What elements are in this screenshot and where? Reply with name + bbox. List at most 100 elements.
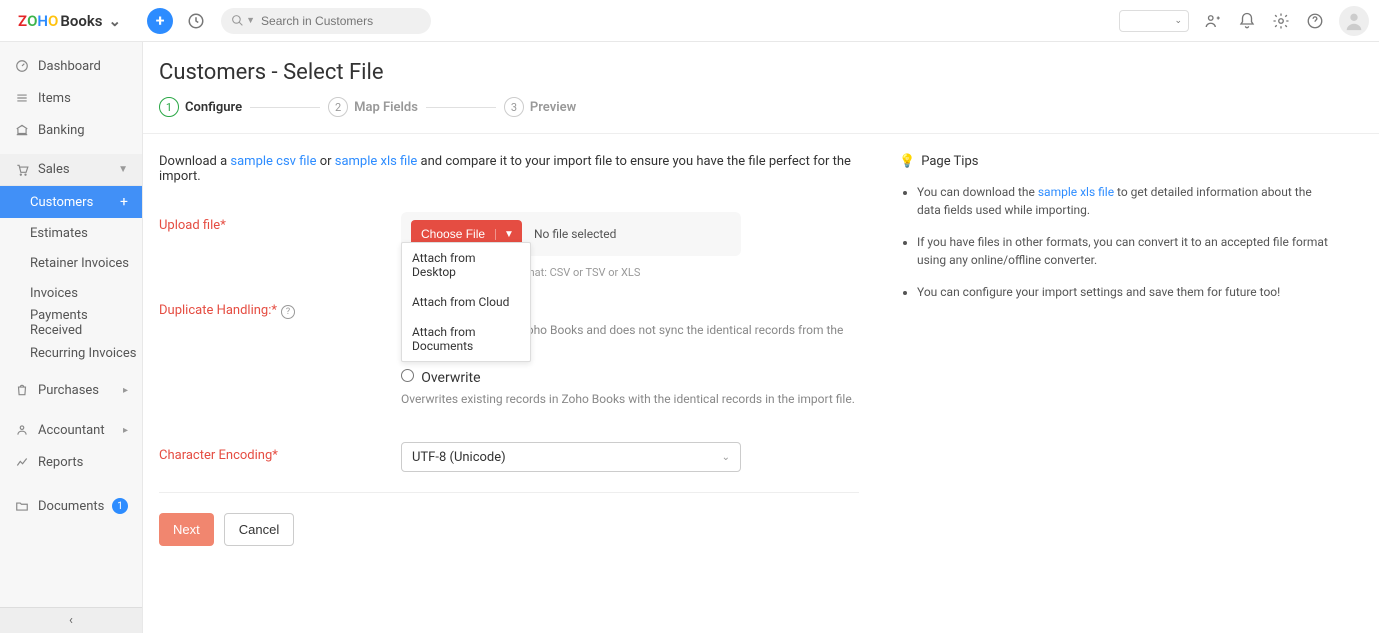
chevron-down-icon[interactable]: ▼ <box>495 229 522 240</box>
step-number: 1 <box>159 97 179 117</box>
search-container[interactable]: ▼ <box>221 8 431 34</box>
sidebar-item-label: Customers <box>30 195 93 210</box>
step-label: Map Fields <box>354 100 418 115</box>
no-file-text: No file selected <box>534 227 616 241</box>
sample-xls-tip-link[interactable]: sample xls file <box>1038 185 1114 199</box>
sidebar-item-label: Items <box>38 91 71 106</box>
dashboard-icon <box>14 59 30 73</box>
upload-file-label: Upload file* <box>159 212 401 233</box>
duplicate-handling-label: Duplicate Handling:*? <box>159 297 401 319</box>
sidebar-item-label: Recurring Invoices <box>30 346 136 361</box>
attach-cloud-option[interactable]: Attach from Cloud <box>402 287 530 317</box>
search-dropdown-icon[interactable]: ▼ <box>246 15 255 26</box>
step-preview: 3 Preview <box>504 97 576 117</box>
file-format-hint: File Format: CSV or TSV or XLS <box>489 266 859 279</box>
sidebar-item-label: Sales <box>38 162 70 177</box>
encoding-select[interactable]: UTF-8 (Unicode) ⌄ <box>401 442 741 472</box>
chevron-right-icon: ▸ <box>123 385 128 396</box>
sidebar-item-label: Purchases <box>38 383 99 398</box>
attach-documents-option[interactable]: Attach from Documents <box>402 317 530 361</box>
tip-item: You can configure your import settings a… <box>917 283 1329 301</box>
help-icon[interactable] <box>1305 11 1325 31</box>
sidebar-item-items[interactable]: Items <box>0 82 142 114</box>
sidebar-item-payments-received[interactable]: Payments Received <box>0 308 142 338</box>
page-title: Customers - Select File <box>143 42 1379 97</box>
encoding-value: UTF-8 (Unicode) <box>412 450 506 465</box>
chevron-down-icon: ⌄ <box>722 452 730 463</box>
cancel-button[interactable]: Cancel <box>224 513 294 546</box>
cart-icon <box>14 163 30 177</box>
search-icon <box>231 14 244 27</box>
items-icon <box>14 91 30 105</box>
app-logo[interactable]: ZOHO Books ⌄ <box>10 12 129 30</box>
tip-item: If you have files in other formats, you … <box>917 233 1329 269</box>
sample-csv-link[interactable]: sample csv file <box>230 154 316 169</box>
sidebar-item-reports[interactable]: Reports <box>0 446 142 478</box>
bag-icon <box>14 383 30 397</box>
sidebar-item-purchases[interactable]: Purchases ▸ <box>0 374 142 406</box>
overwrite-option: Overwrite Overwrites existing records in… <box>401 369 859 406</box>
chevron-left-icon: ‹ <box>69 613 73 628</box>
collapse-sidebar-button[interactable]: ‹ <box>0 607 142 633</box>
sidebar-item-label: Payments Received <box>30 308 142 338</box>
documents-badge: 1 <box>112 498 128 514</box>
bulb-icon: 💡 <box>899 154 915 169</box>
help-icon[interactable]: ? <box>281 305 295 319</box>
user-icon <box>14 423 30 437</box>
folder-icon <box>14 499 30 513</box>
chevron-down-icon: ⌄ <box>109 12 122 30</box>
overwrite-description: Overwrites existing records in Zoho Book… <box>401 392 859 406</box>
sidebar-item-label: Banking <box>38 123 85 138</box>
tips-list: You can download the sample xls file to … <box>899 183 1329 301</box>
sidebar-item-estimates[interactable]: Estimates <box>0 218 142 248</box>
sidebar-item-dashboard[interactable]: Dashboard <box>0 50 142 82</box>
sidebar-item-recurring-invoices[interactable]: Recurring Invoices <box>0 338 142 368</box>
step-label: Preview <box>530 100 576 115</box>
sidebar-item-invoices[interactable]: Invoices <box>0 278 142 308</box>
overwrite-label: Overwrite <box>421 370 480 386</box>
tip-item: You can download the sample xls file to … <box>917 183 1329 219</box>
attach-dropdown: Attach from Desktop Attach from Cloud At… <box>401 242 531 362</box>
step-configure: 1 Configure <box>159 97 242 117</box>
sidebar-item-banking[interactable]: Banking <box>0 114 142 146</box>
attach-desktop-option[interactable]: Attach from Desktop <box>402 243 530 287</box>
chevron-down-icon: ⌄ <box>1174 16 1182 26</box>
sidebar-item-documents[interactable]: Documents 1 <box>0 490 142 522</box>
next-button[interactable]: Next <box>159 513 214 546</box>
step-number: 2 <box>328 97 348 117</box>
overwrite-radio[interactable] <box>401 369 414 382</box>
intro-text: Download a sample csv file or sample xls… <box>159 154 859 184</box>
encoding-label: Character Encoding* <box>159 442 401 463</box>
sidebar-item-label: Reports <box>38 455 83 470</box>
app-name: Books <box>60 12 102 30</box>
sidebar-item-label: Dashboard <box>38 59 101 74</box>
stepper: 1 Configure 2 Map Fields 3 Preview <box>143 97 1379 134</box>
recent-icon[interactable] <box>183 8 209 34</box>
step-number: 3 <box>504 97 524 117</box>
sidebar-item-label: Invoices <box>30 286 78 301</box>
sidebar-item-label: Estimates <box>30 226 88 241</box>
bell-icon[interactable] <box>1237 11 1257 31</box>
banking-icon <box>14 123 30 137</box>
chevron-right-icon: ▸ <box>123 425 128 436</box>
sidebar-item-label: Accountant <box>38 423 105 438</box>
org-select[interactable]: ⌄ <box>1119 10 1189 32</box>
sidebar-item-retainer-invoices[interactable]: Retainer Invoices <box>0 248 142 278</box>
sidebar-item-customers[interactable]: Customers + <box>0 186 142 218</box>
chevron-down-icon: ▼ <box>118 164 128 175</box>
sidebar-item-sales[interactable]: Sales ▼ <box>0 154 142 186</box>
search-input[interactable] <box>261 14 421 28</box>
tips-title: 💡 Page Tips <box>899 154 1329 169</box>
add-button[interactable]: + <box>147 8 173 34</box>
chart-icon <box>14 455 30 469</box>
referrals-icon[interactable] <box>1203 11 1223 31</box>
sample-xls-link[interactable]: sample xls file <box>335 154 418 169</box>
sidebar-item-label: Documents <box>38 499 104 514</box>
step-map-fields: 2 Map Fields <box>328 97 418 117</box>
sidebar-item-accountant[interactable]: Accountant ▸ <box>0 414 142 446</box>
step-label: Configure <box>185 100 242 115</box>
avatar[interactable] <box>1339 6 1369 36</box>
sidebar-item-label: Retainer Invoices <box>30 256 129 271</box>
gear-icon[interactable] <box>1271 11 1291 31</box>
add-customer-icon[interactable]: + <box>120 194 128 210</box>
